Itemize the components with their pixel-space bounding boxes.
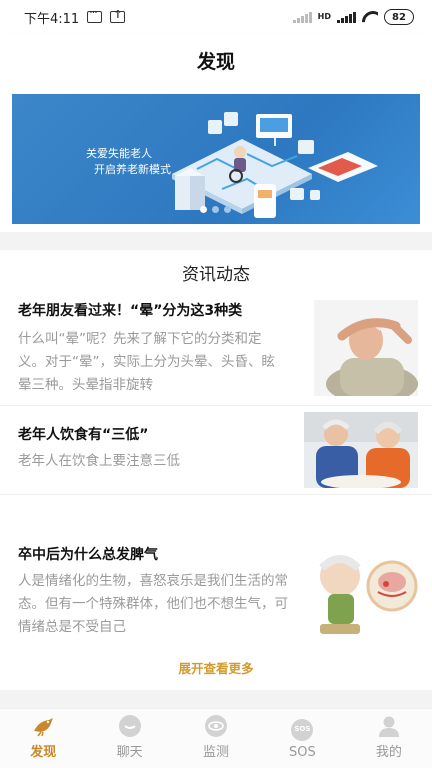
carousel-dot[interactable] [200, 206, 207, 213]
banner-carousel[interactable]: 关爱失能老人 开启养老新模式 [12, 94, 420, 224]
nav-label: SOS [289, 745, 316, 760]
banner-illustration [172, 112, 378, 218]
eye-icon-shape [205, 715, 228, 737]
nav-label: 监测 [203, 745, 230, 760]
chat-icon-glyph [123, 725, 136, 729]
expand-more-link[interactable]: 展开查看更多 [0, 658, 432, 677]
nav-item-sos[interactable]: SOS SOS [259, 709, 345, 768]
sos-icon-text: SOS [294, 725, 311, 733]
news-headline: 卒中后为什么总发脾气 [18, 547, 158, 563]
signal-strength-icon [337, 11, 356, 23]
upload-notification-icon [110, 8, 126, 23]
banner-line-2: 开启养老新模式 [94, 163, 171, 176]
sos-icon-shape: SOS [291, 719, 314, 741]
banner-container: 关爱失能老人 开启养老新模式 [0, 86, 432, 232]
nav-label: 聊天 [116, 745, 143, 760]
news-section: 资讯动态 老年朋友看过来！“晕”分为这3种类 什么叫“晕”呢？先来了解下它的分类… [0, 250, 432, 690]
user-icon [378, 716, 399, 737]
status-right: HD 82 [292, 9, 414, 25]
chat-icon-shape [118, 715, 141, 737]
news-item[interactable]: 老年人饮食有“三低” 老年人在饮食上要注意三低 [0, 412, 432, 488]
elderly-couple-dining-thumbnail [304, 412, 418, 488]
carousel-dot[interactable] [224, 206, 231, 213]
sos-icon: SOS [290, 719, 314, 741]
news-headline: 老年人饮食有“三低” [18, 427, 149, 443]
angry-elderly-cartoon-thumbnail [308, 548, 418, 638]
eye-icon-glyph [208, 721, 224, 731]
battery-icon: 82 [384, 9, 414, 25]
nav-item-chat[interactable]: 聊天 [86, 709, 172, 768]
news-divider [0, 405, 432, 406]
network-type-label: HD [317, 12, 331, 21]
nav-label: 发现 [30, 745, 57, 760]
status-left: 下午4:11 [24, 6, 126, 27]
news-headline: 老年朋友看过来！“晕”分为这3种类 [18, 303, 243, 319]
news-section-title: 资讯动态 [182, 265, 250, 285]
news-item[interactable]: 卒中后为什么总发脾气 人是情绪化的生物，喜怒哀乐是我们生活的常态。但有一个特殊群… [0, 544, 432, 644]
bottom-nav: 发现 聊天 监测 SOS SOS 我的 [0, 708, 432, 768]
carousel-dot[interactable] [212, 206, 219, 213]
eye-icon [204, 715, 228, 737]
battery-level: 82 [392, 11, 406, 23]
news-summary: 老年人在饮食上要注意三低 [18, 453, 180, 469]
dizzy-elderly-thumbnail [314, 300, 418, 396]
chat-icon [118, 715, 142, 737]
news-summary: 什么叫“晕”呢？先来了解下它的分类和定义。对于“晕”，实际上分为头晕、头昏、眩晕… [18, 331, 275, 393]
app-header: 发现 [0, 34, 432, 86]
signal-icon [292, 11, 312, 23]
banner-line-1: 关爱失能老人 [86, 147, 152, 160]
banner-slogan: 关爱失能老人 开启养老新模式 [86, 146, 171, 178]
status-time: 下午4:11 [24, 11, 80, 27]
nav-item-profile[interactable]: 我的 [346, 709, 432, 768]
status-bar: 下午4:11 HD 82 [0, 0, 432, 34]
bird-icon [34, 718, 54, 737]
nav-item-monitor[interactable]: 监测 [173, 709, 259, 768]
carousel-indicators [200, 206, 231, 213]
news-item[interactable]: 老年朋友看过来！“晕”分为这3种类 什么叫“晕”呢？先来了解下它的分类和定义。对… [0, 300, 432, 396]
wifi-icon [362, 11, 378, 23]
nav-item-discover[interactable]: 发现 [0, 709, 86, 768]
news-summary: 人是情绪化的生物，喜怒哀乐是我们生活的常态。但有一个特殊群体，他们也不想生气，可… [18, 573, 288, 635]
page-title: 发现 [196, 50, 235, 73]
news-divider [0, 494, 432, 495]
message-notification-icon [87, 6, 103, 23]
nav-label: 我的 [375, 745, 402, 760]
